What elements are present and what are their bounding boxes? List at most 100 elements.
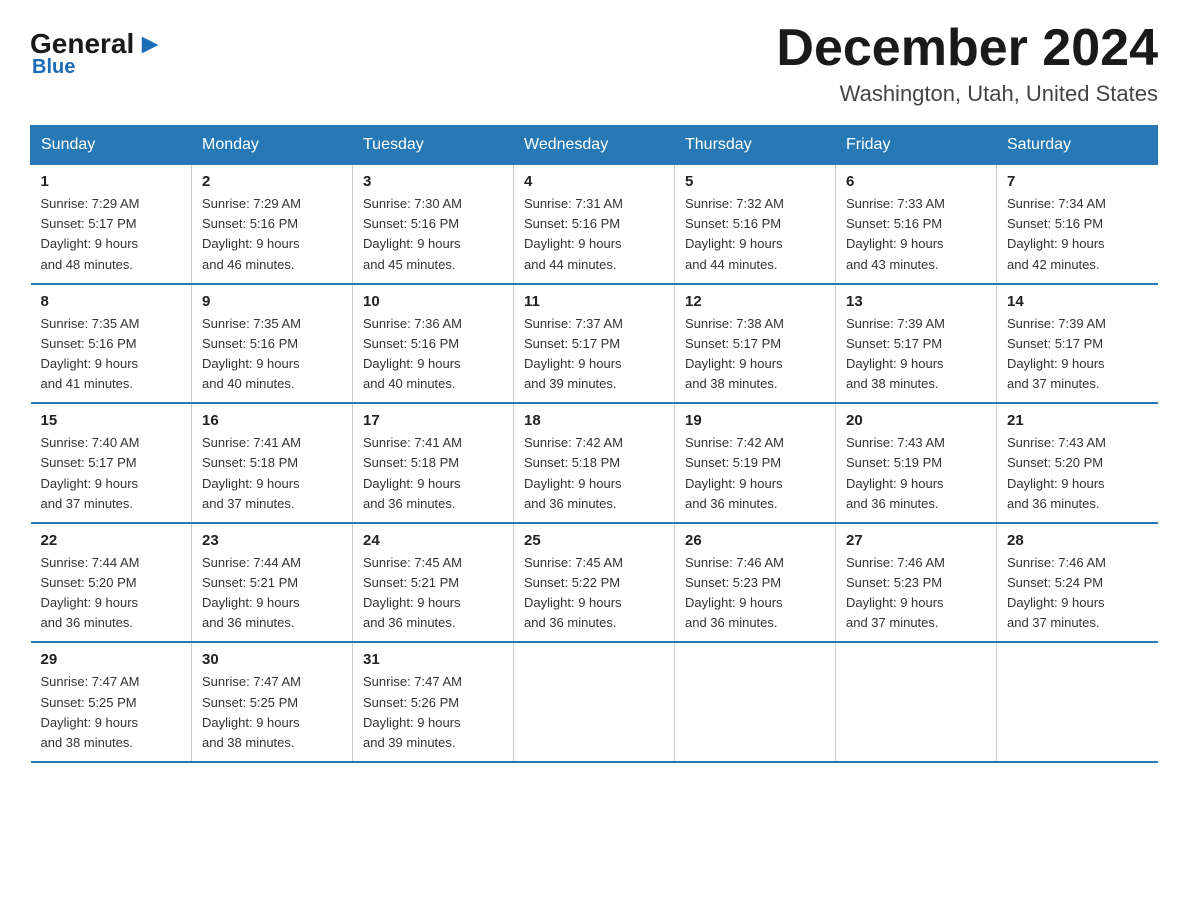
weekday-header-thursday: Thursday: [675, 126, 836, 165]
day-info: Sunrise: 7:44 AMSunset: 5:21 PMDaylight:…: [202, 553, 342, 634]
day-number: 16: [202, 412, 342, 429]
logo-blue-text: Blue: [32, 56, 75, 79]
day-info: Sunrise: 7:46 AMSunset: 5:23 PMDaylight:…: [846, 553, 986, 634]
day-number: 24: [363, 532, 503, 549]
day-info: Sunrise: 7:40 AMSunset: 5:17 PMDaylight:…: [41, 433, 182, 514]
day-cell: 20 Sunrise: 7:43 AMSunset: 5:19 PMDayligh…: [836, 403, 997, 523]
day-info: Sunrise: 7:46 AMSunset: 5:23 PMDaylight:…: [685, 553, 825, 634]
day-cell: [514, 642, 675, 762]
day-info: Sunrise: 7:29 AMSunset: 5:17 PMDaylight:…: [41, 194, 182, 275]
day-cell: [675, 642, 836, 762]
day-number: 14: [1007, 293, 1148, 310]
day-info: Sunrise: 7:32 AMSunset: 5:16 PMDaylight:…: [685, 194, 825, 275]
weekday-header-monday: Monday: [192, 126, 353, 165]
day-cell: 5 Sunrise: 7:32 AMSunset: 5:16 PMDaylight…: [675, 165, 836, 284]
day-number: 18: [524, 412, 664, 429]
day-number: 28: [1007, 532, 1148, 549]
weekday-header-row: SundayMondayTuesdayWednesdayThursdayFrid…: [31, 126, 1158, 165]
day-number: 12: [685, 293, 825, 310]
logo: General ► Blue: [30, 20, 166, 79]
day-cell: 30 Sunrise: 7:47 AMSunset: 5:25 PMDayligh…: [192, 642, 353, 762]
day-number: 30: [202, 651, 342, 668]
weekday-header-tuesday: Tuesday: [353, 126, 514, 165]
weekday-header-friday: Friday: [836, 126, 997, 165]
week-row-3: 15 Sunrise: 7:40 AMSunset: 5:17 PMDayligh…: [31, 403, 1158, 523]
day-cell: 24 Sunrise: 7:45 AMSunset: 5:21 PMDayligh…: [353, 523, 514, 643]
day-cell: 4 Sunrise: 7:31 AMSunset: 5:16 PMDaylight…: [514, 165, 675, 284]
day-info: Sunrise: 7:44 AMSunset: 5:20 PMDaylight:…: [41, 553, 182, 634]
day-cell: 9 Sunrise: 7:35 AMSunset: 5:16 PMDaylight…: [192, 284, 353, 404]
day-info: Sunrise: 7:39 AMSunset: 5:17 PMDaylight:…: [1007, 314, 1148, 395]
day-number: 7: [1007, 173, 1148, 190]
day-cell: 2 Sunrise: 7:29 AMSunset: 5:16 PMDaylight…: [192, 165, 353, 284]
week-row-1: 1 Sunrise: 7:29 AMSunset: 5:17 PMDaylight…: [31, 165, 1158, 284]
day-number: 5: [685, 173, 825, 190]
day-cell: 3Sunrise: 7:30 AMSunset: 5:16 PMDaylight…: [353, 165, 514, 284]
day-cell: 22 Sunrise: 7:44 AMSunset: 5:20 PMDayligh…: [31, 523, 192, 643]
day-number: 2: [202, 173, 342, 190]
day-info: Sunrise: 7:47 AMSunset: 5:25 PMDaylight:…: [202, 672, 342, 753]
weekday-header-sunday: Sunday: [31, 126, 192, 165]
day-number: 8: [41, 293, 182, 310]
day-info: Sunrise: 7:34 AMSunset: 5:16 PMDaylight:…: [1007, 194, 1148, 275]
day-info: Sunrise: 7:45 AMSunset: 5:22 PMDaylight:…: [524, 553, 664, 634]
day-number: 17: [363, 412, 503, 429]
day-number: 29: [41, 651, 182, 668]
day-number: 9: [202, 293, 342, 310]
day-cell: 21Sunrise: 7:43 AMSunset: 5:20 PMDayligh…: [997, 403, 1158, 523]
day-info: Sunrise: 7:46 AMSunset: 5:24 PMDaylight:…: [1007, 553, 1148, 634]
weekday-header-wednesday: Wednesday: [514, 126, 675, 165]
day-number: 15: [41, 412, 182, 429]
day-cell: 15 Sunrise: 7:40 AMSunset: 5:17 PMDayligh…: [31, 403, 192, 523]
day-number: 27: [846, 532, 986, 549]
location-title: Washington, Utah, United States: [776, 81, 1158, 107]
day-cell: 1 Sunrise: 7:29 AMSunset: 5:17 PMDaylight…: [31, 165, 192, 284]
day-number: 6: [846, 173, 986, 190]
day-info: Sunrise: 7:45 AMSunset: 5:21 PMDaylight:…: [363, 553, 503, 634]
day-info: Sunrise: 7:31 AMSunset: 5:16 PMDaylight:…: [524, 194, 664, 275]
day-cell: [836, 642, 997, 762]
day-cell: 25Sunrise: 7:45 AMSunset: 5:22 PMDayligh…: [514, 523, 675, 643]
calendar-table: SundayMondayTuesdayWednesdayThursdayFrid…: [30, 125, 1158, 763]
day-number: 1: [41, 173, 182, 190]
day-cell: 6 Sunrise: 7:33 AMSunset: 5:16 PMDaylight…: [836, 165, 997, 284]
day-cell: 16 Sunrise: 7:41 AMSunset: 5:18 PMDayligh…: [192, 403, 353, 523]
day-number: 21: [1007, 412, 1148, 429]
day-info: Sunrise: 7:36 AMSunset: 5:16 PMDaylight:…: [363, 314, 503, 395]
day-info: Sunrise: 7:41 AMSunset: 5:18 PMDaylight:…: [363, 433, 503, 514]
day-cell: 18Sunrise: 7:42 AMSunset: 5:18 PMDayligh…: [514, 403, 675, 523]
day-info: Sunrise: 7:41 AMSunset: 5:18 PMDaylight:…: [202, 433, 342, 514]
day-cell: 17 Sunrise: 7:41 AMSunset: 5:18 PMDayligh…: [353, 403, 514, 523]
day-info: Sunrise: 7:43 AMSunset: 5:19 PMDaylight:…: [846, 433, 986, 514]
day-info: Sunrise: 7:29 AMSunset: 5:16 PMDaylight:…: [202, 194, 342, 275]
day-cell: 23 Sunrise: 7:44 AMSunset: 5:21 PMDayligh…: [192, 523, 353, 643]
day-cell: 10Sunrise: 7:36 AMSunset: 5:16 PMDayligh…: [353, 284, 514, 404]
week-row-2: 8 Sunrise: 7:35 AMSunset: 5:16 PMDaylight…: [31, 284, 1158, 404]
day-number: 26: [685, 532, 825, 549]
day-number: 4: [524, 173, 664, 190]
day-number: 19: [685, 412, 825, 429]
day-number: 20: [846, 412, 986, 429]
day-number: 22: [41, 532, 182, 549]
day-number: 3: [363, 173, 503, 190]
day-cell: [997, 642, 1158, 762]
day-info: Sunrise: 7:33 AMSunset: 5:16 PMDaylight:…: [846, 194, 986, 275]
day-cell: 7 Sunrise: 7:34 AMSunset: 5:16 PMDaylight…: [997, 165, 1158, 284]
day-info: Sunrise: 7:47 AMSunset: 5:26 PMDaylight:…: [363, 672, 503, 753]
weekday-header-saturday: Saturday: [997, 126, 1158, 165]
day-info: Sunrise: 7:35 AMSunset: 5:16 PMDaylight:…: [41, 314, 182, 395]
day-cell: 28 Sunrise: 7:46 AMSunset: 5:24 PMDayligh…: [997, 523, 1158, 643]
logo-arrow-icon: ►: [136, 28, 164, 60]
day-cell: 31Sunrise: 7:47 AMSunset: 5:26 PMDayligh…: [353, 642, 514, 762]
day-info: Sunrise: 7:38 AMSunset: 5:17 PMDaylight:…: [685, 314, 825, 395]
page-header: General ► Blue December 2024 Washington,…: [30, 20, 1158, 107]
day-cell: 29Sunrise: 7:47 AMSunset: 5:25 PMDayligh…: [31, 642, 192, 762]
day-cell: 14 Sunrise: 7:39 AMSunset: 5:17 PMDayligh…: [997, 284, 1158, 404]
day-number: 13: [846, 293, 986, 310]
day-cell: 12 Sunrise: 7:38 AMSunset: 5:17 PMDayligh…: [675, 284, 836, 404]
week-row-5: 29 Sunrise: 7:47 AMSunset: 5:25 PMDayligh…: [31, 642, 1158, 762]
day-number: 23: [202, 532, 342, 549]
day-info: Sunrise: 7:35 AMSunset: 5:16 PMDaylight:…: [202, 314, 342, 395]
day-cell: 11Sunrise: 7:37 AMSunset: 5:17 PMDayligh…: [514, 284, 675, 404]
day-cell: 26 Sunrise: 7:46 AMSunset: 5:23 PMDayligh…: [675, 523, 836, 643]
